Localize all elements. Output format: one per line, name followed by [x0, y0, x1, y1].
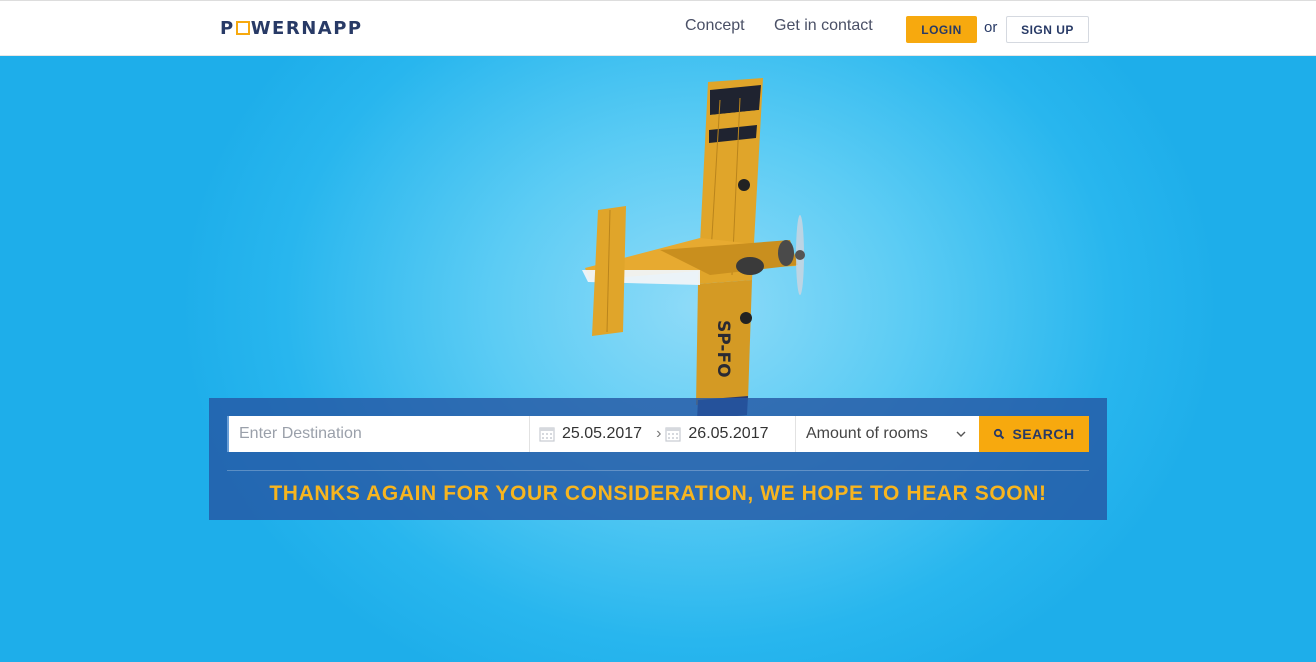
checkin-date[interactable]: 25.05.2017 [562, 425, 642, 443]
thanks-message: THANKS AGAIN FOR YOUR CONSIDERATION, WE … [269, 482, 1047, 505]
plane-wheel [740, 312, 752, 324]
airplane-image: SP-FO [582, 78, 805, 438]
login-button[interactable]: LOGIN [906, 16, 977, 43]
plane-wheel [738, 179, 750, 191]
rooms-select-value: Amount of rooms [806, 425, 928, 442]
logo-o-icon [235, 21, 250, 35]
search-panel: 25.05.2017 › 26.05.2017 Amount of rooms [209, 398, 1107, 520]
search-button[interactable]: SEARCH [979, 416, 1089, 452]
plane-propeller [795, 215, 805, 295]
hero-section: SP-FO Enter Destination 25.05.2017 › 26.… [0, 56, 1316, 662]
date-separator-icon: › [656, 425, 662, 442]
search-bar: 25.05.2017 › 26.05.2017 Amount of rooms [227, 416, 1089, 452]
panel-divider [227, 470, 1089, 471]
calendar-icon [539, 427, 555, 442]
logo[interactable]: P WERNAPP [220, 16, 363, 40]
site-header: P WERNAPP Concept Get in contact LOGIN o… [0, 0, 1316, 56]
search-icon [994, 428, 1005, 440]
logo-text-end: WERNAPP [250, 17, 363, 39]
rooms-select[interactable]: Amount of rooms [795, 416, 979, 452]
signup-button[interactable]: SIGN UP [1006, 16, 1089, 43]
logo-text-start: P [220, 17, 235, 39]
nav-concept-link[interactable]: Concept [685, 17, 745, 35]
plane-tail [592, 206, 626, 336]
search-button-label: SEARCH [1012, 426, 1075, 442]
destination-input[interactable] [227, 416, 529, 452]
date-range-picker[interactable]: 25.05.2017 › 26.05.2017 [529, 416, 795, 452]
calendar-icon [665, 427, 682, 442]
checkout-date[interactable]: 26.05.2017 [688, 425, 768, 443]
or-text: or [984, 19, 998, 36]
nav-contact-link[interactable]: Get in contact [774, 17, 873, 35]
chevron-down-icon [956, 431, 966, 437]
svg-text:SP-FO: SP-FO [713, 320, 733, 378]
